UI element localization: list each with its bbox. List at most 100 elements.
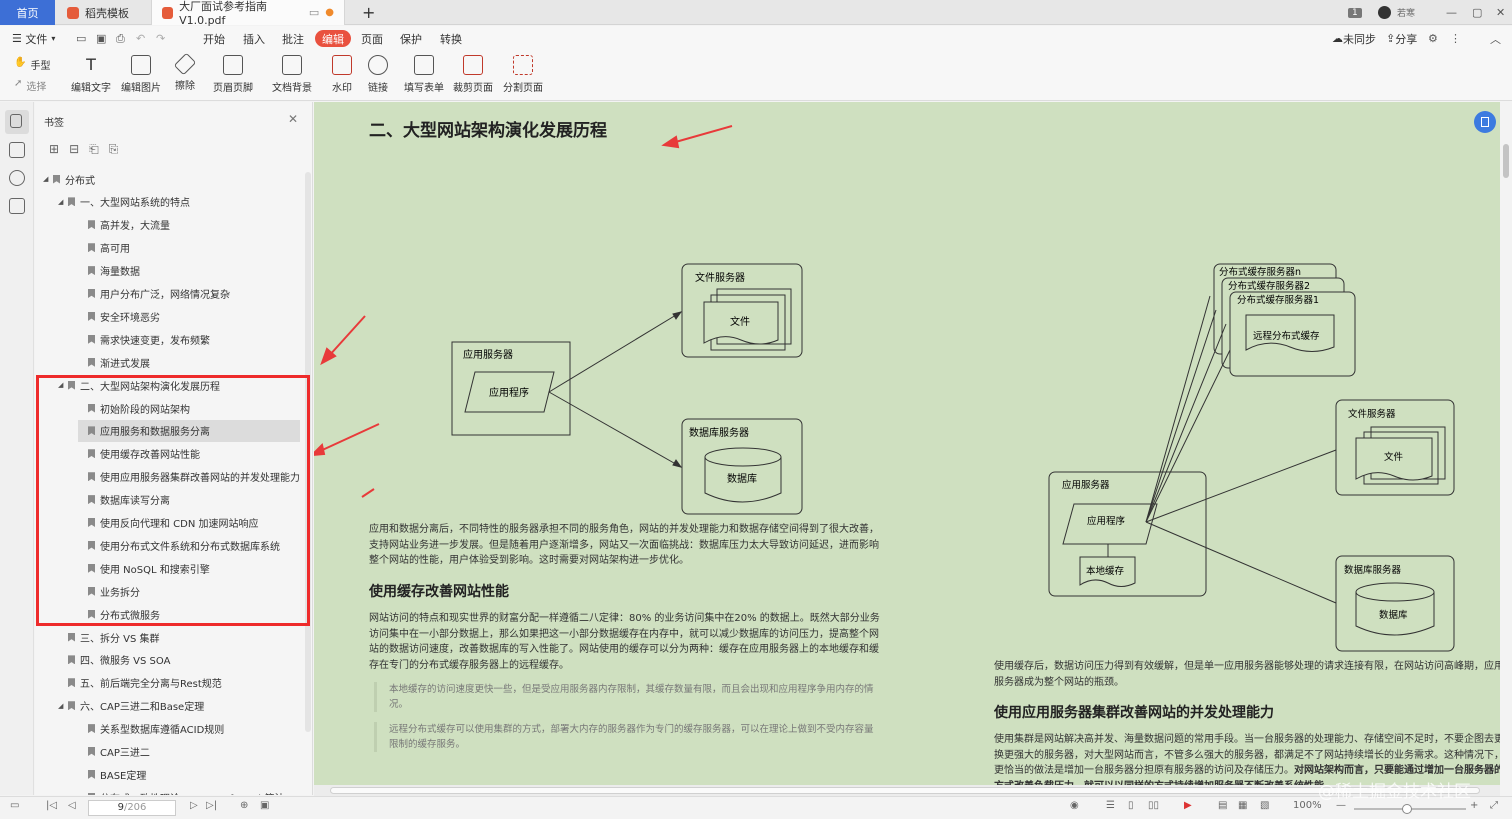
image-icon (131, 55, 151, 75)
notification-count: 1 (1348, 7, 1362, 18)
link-button[interactable]: 链接 (356, 55, 400, 94)
expand-toggle-icon[interactable]: ◢ (43, 175, 53, 183)
fullscreen-icon[interactable]: ⤢ (1490, 800, 1498, 811)
bookmark-item[interactable]: CAP三进二 (78, 741, 150, 763)
tab-home[interactable]: 首页 (0, 0, 55, 25)
bookmark-item[interactable]: ◢ 分布式 (43, 168, 95, 190)
share-button[interactable]: ⇪ 分享 (1386, 26, 1417, 51)
bookmark-item[interactable]: 五、前后端完全分离与Rest规范 (58, 672, 222, 694)
split-page-button[interactable]: 分割页面 (501, 55, 545, 94)
eye-protect-icon[interactable]: ◉ (1070, 800, 1079, 811)
last-page-icon[interactable]: ▷| (206, 800, 217, 811)
continuous-view-icon[interactable]: ☰ (1106, 800, 1115, 811)
undo-icon[interactable]: ↶ (136, 26, 145, 51)
notification-badge[interactable]: 1 (1338, 0, 1372, 25)
tab-annotate[interactable]: 批注 (282, 26, 304, 51)
header-footer-button[interactable]: 页眉页脚 (211, 55, 255, 94)
expand-toggle-icon[interactable]: ◢ (58, 198, 68, 206)
rotate-page-icon[interactable]: ⊕ (240, 800, 248, 811)
single-page-icon[interactable]: ▯ (1128, 800, 1134, 811)
bookmark-item[interactable]: 需求快速变更，发布频繁 (78, 328, 210, 350)
bookmark-item[interactable]: 用户分布广泛，网络情况复杂 (78, 283, 230, 305)
play-icon[interactable]: ▶ (1184, 800, 1192, 811)
bookmark-item[interactable]: ◢ 六、CAP三进二和Base定理 (58, 695, 204, 717)
page-mode-icon[interactable]: ▣ (260, 800, 269, 811)
save-icon[interactable]: ▣ (96, 26, 106, 51)
collapse-ribbon-icon[interactable]: ︿ (1490, 26, 1501, 51)
page-number-input[interactable]: 9/206 (88, 800, 176, 816)
user-account[interactable]: 若寒 (1368, 0, 1425, 25)
add-child-bookmark-icon[interactable]: ⊟ (69, 142, 79, 157)
bookmark-tag-icon[interactable]: ⎘ (109, 142, 119, 157)
zoom-in-icon[interactable]: + (1470, 800, 1478, 811)
actual-size-icon[interactable]: ▧ (1260, 800, 1269, 811)
bookmark-item[interactable]: 海量数据 (78, 260, 140, 282)
horizontal-scroll-thumb[interactable] (330, 787, 1480, 794)
sidebar-toggle-icon[interactable]: ▭ (10, 800, 19, 811)
close-window-button[interactable]: ✕ (1486, 0, 1512, 25)
bookmark-panel-button[interactable] (5, 110, 29, 134)
open-icon[interactable]: ▭ (76, 26, 86, 51)
fit-width-icon[interactable]: ▤ (1218, 800, 1227, 811)
bookmark-item[interactable]: 安全环境恶劣 (78, 305, 160, 327)
bookmark-item[interactable]: 分布式一致性理论paxos、raft、zab算法 (78, 786, 285, 795)
new-tab-button[interactable]: + (352, 0, 385, 25)
tab-window-icon[interactable]: ▭ (309, 6, 319, 19)
watermark-label: 水印 (332, 83, 352, 94)
hand-tool[interactable]: ✋ 手型 (14, 57, 50, 72)
tab-template[interactable]: 稻壳模板 (57, 0, 149, 25)
bookmark-item[interactable]: ◢ 一、大型网站系统的特点 (58, 191, 190, 213)
add-bookmark-icon[interactable]: ⊞ (49, 142, 59, 157)
first-page-icon[interactable]: |◁ (46, 800, 57, 811)
bookmark-item[interactable]: 关系型数据库遵循ACID规则 (78, 718, 224, 740)
vertical-scroll-thumb[interactable] (1503, 144, 1509, 178)
erase-button[interactable]: 擦除 (163, 52, 207, 92)
fit-page-icon[interactable]: ▦ (1238, 800, 1247, 811)
tab-convert[interactable]: 转换 (440, 26, 462, 51)
attachment-icon[interactable] (9, 170, 25, 186)
tab-page[interactable]: 页面 (361, 26, 383, 51)
thumbnail-icon[interactable] (9, 142, 25, 158)
expand-toggle-icon[interactable]: ◢ (58, 702, 68, 710)
vertical-scrollbar[interactable] (1500, 102, 1512, 795)
tab-unsaved-dot: ● (325, 7, 334, 18)
next-page-icon[interactable]: ▷ (190, 800, 198, 811)
edit-text-button[interactable]: T 编辑文字 (69, 55, 113, 94)
tab-edit[interactable]: 编辑 (315, 30, 351, 47)
tab-protect[interactable]: 保护 (400, 26, 422, 51)
sync-button[interactable]: ☁ 未同步 (1332, 26, 1376, 51)
print-icon[interactable]: ⎙ (116, 26, 125, 51)
redo-icon[interactable]: ↷ (156, 26, 165, 51)
background-button[interactable]: 文档背景 (270, 55, 314, 94)
tab-document[interactable]: 大厂面试参考指南V1.0.pdf ▭ ● (151, 0, 345, 27)
file-menu[interactable]: ☰ 文件 ▾ (12, 26, 55, 51)
bookmark-label: 一、大型网站系统的特点 (80, 198, 190, 210)
select-tool[interactable]: ➚ 选择 (14, 78, 46, 93)
bookmark-item[interactable]: BASE定理 (78, 763, 146, 785)
bookmark-item[interactable]: 渐进式发展 (78, 351, 150, 373)
settings-icon[interactable]: ⚙ (1428, 26, 1438, 51)
connector (1145, 521, 1337, 604)
bookmark-icon (88, 289, 95, 298)
zoom-slider[interactable] (1354, 804, 1466, 814)
tab-insert[interactable]: 插入 (243, 26, 265, 51)
more-icon[interactable]: ⋮ (1450, 26, 1461, 51)
bookmark-label: 分布式一致性理论paxos、raft、zab算法 (100, 790, 285, 795)
bookmark-item[interactable]: 高可用 (78, 237, 130, 259)
tab-start[interactable]: 开始 (203, 26, 225, 51)
zoom-slider-handle[interactable] (1402, 804, 1412, 814)
prev-page-icon[interactable]: ◁ (68, 800, 76, 811)
bookmark-settings-icon[interactable]: ⎗ (89, 142, 99, 157)
edit-image-button[interactable]: 编辑图片 (119, 55, 163, 94)
signature-icon[interactable] (9, 198, 25, 214)
close-panel-icon[interactable]: ✕ (288, 112, 298, 126)
bookmark-item[interactable]: 高并发，大流量 (78, 214, 170, 236)
side-icon-strip (0, 102, 34, 795)
bookmark-item[interactable]: 四、微服务 VS SOA (58, 649, 170, 671)
crop-page-button[interactable]: 裁剪页面 (451, 55, 495, 94)
floating-tool-button[interactable] (1474, 111, 1496, 133)
bookmark-item[interactable]: 三、拆分 VS 集群 (58, 626, 160, 648)
fill-form-button[interactable]: 填写表单 (402, 55, 446, 94)
document-viewer[interactable]: 二、大型网站架构演化发展历程 应用服务器 应用程序 文件服务器 文件 数据库服务… (314, 102, 1500, 785)
double-page-icon[interactable]: ▯▯ (1148, 800, 1159, 811)
